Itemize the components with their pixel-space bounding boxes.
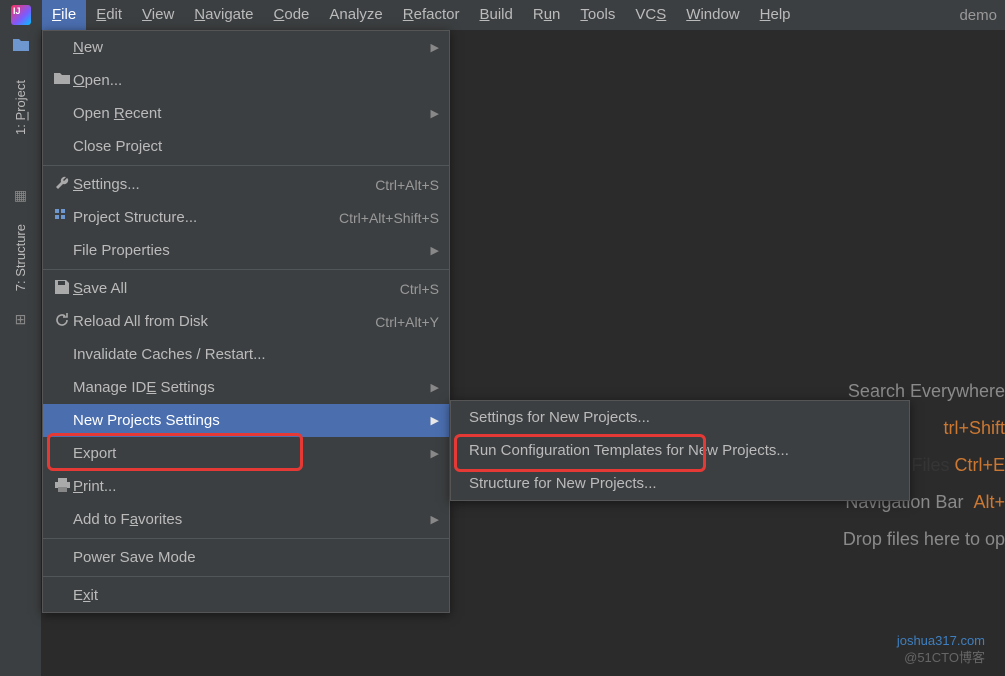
menu-item-label: Invalidate Caches / Restart...	[73, 346, 439, 363]
menu-build[interactable]: Build	[469, 0, 522, 30]
filemenu-open-recent[interactable]: Open Recent ▶	[43, 97, 449, 130]
filemenu-file-properties[interactable]: File Properties ▶	[43, 234, 449, 267]
menu-item-label: Manage IDE Settings	[73, 379, 425, 396]
structure-icon	[51, 209, 73, 227]
submenu-arrow-icon: ▶	[431, 447, 439, 460]
structure-icon: ▦	[0, 187, 41, 204]
submenu-settings-for-new-projects[interactable]: Settings for New Projects...	[451, 401, 909, 434]
tool-structure-tab[interactable]: 7: Structure	[13, 224, 28, 291]
menu-item-label: Open...	[73, 72, 439, 89]
app-icon[interactable]	[0, 0, 42, 30]
menu-item-label: Settings...	[73, 176, 375, 193]
menu-item-label: New Projects Settings	[73, 412, 425, 429]
submenu-run-configuration-templates-for-new-projects[interactable]: Run Configuration Templates for New Proj…	[451, 434, 909, 467]
submenu-structure-for-new-projects[interactable]: Structure for New Projects...	[451, 467, 909, 500]
menu-analyze[interactable]: Analyze	[319, 0, 392, 30]
menu-refactor[interactable]: Refactor	[393, 0, 470, 30]
menu-item-label: Project Structure...	[73, 209, 339, 226]
menu-window[interactable]: Window	[676, 0, 749, 30]
menu-view[interactable]: View	[132, 0, 184, 30]
filemenu-settings[interactable]: Settings...Ctrl+Alt+S	[43, 168, 449, 201]
tool-project-tab[interactable]: 1: Project	[13, 80, 28, 135]
menubar: FileEditViewNavigateCodeAnalyzeRefactorB…	[0, 0, 1005, 30]
submenu-arrow-icon: ▶	[431, 244, 439, 257]
menu-item-label: File Properties	[73, 242, 425, 259]
new-projects-settings-submenu: Settings for New Projects...Run Configur…	[450, 400, 910, 501]
folder-icon	[51, 72, 73, 89]
filemenu-manage-ide-settings[interactable]: Manage IDE Settings ▶	[43, 371, 449, 404]
watermark-url: joshua317.com	[897, 633, 985, 648]
submenu-arrow-icon: ▶	[431, 513, 439, 526]
menu-item-label: Close Project	[73, 138, 439, 155]
hint-search-everywhere: Search Everywhere	[843, 381, 1005, 402]
menu-file[interactable]: File	[42, 0, 86, 30]
filemenu-exit[interactable]: Exit	[43, 579, 449, 612]
menu-item-label: Exit	[73, 587, 439, 604]
menu-vcs[interactable]: VCS	[625, 0, 676, 30]
filemenu-new-projects-settings[interactable]: New Projects Settings ▶	[43, 404, 449, 437]
menu-edit[interactable]: Edit	[86, 0, 132, 30]
hint-drop-files: Drop files here to op	[843, 529, 1005, 550]
submenu-arrow-icon: ▶	[431, 107, 439, 120]
menu-code[interactable]: Code	[264, 0, 320, 30]
filemenu-power-save-mode[interactable]: Power Save Mode	[43, 541, 449, 574]
menu-run[interactable]: Run	[523, 0, 571, 30]
filemenu-export[interactable]: Export ▶	[43, 437, 449, 470]
filemenu-add-to-favorites[interactable]: Add to Favorites ▶	[43, 503, 449, 536]
file-menu-dropdown: New ▶ Open... Open Recent ▶ Close Project Sett…	[42, 30, 450, 613]
menu-item-label: Export	[73, 445, 425, 462]
menu-tools[interactable]: Tools	[570, 0, 625, 30]
shortcut-label: Ctrl+Alt+Shift+S	[339, 210, 439, 226]
left-toolstrip: 1: Project ▦ 7: Structure ⊞	[0, 30, 42, 676]
menu-separator	[43, 269, 449, 270]
shortcut-label: Ctrl+Alt+Y	[375, 314, 439, 330]
filemenu-reload-all-from-disk[interactable]: Reload All from DiskCtrl+Alt+Y	[43, 305, 449, 338]
shortcut-label: Ctrl+Alt+S	[375, 177, 439, 193]
filemenu-save-all[interactable]: Save AllCtrl+S	[43, 272, 449, 305]
filemenu-print[interactable]: Print...	[43, 470, 449, 503]
filemenu-invalidate-caches-restart[interactable]: Invalidate Caches / Restart...	[43, 338, 449, 371]
filemenu-project-structure[interactable]: Project Structure...Ctrl+Alt+Shift+S	[43, 201, 449, 234]
menu-item-label: Reload All from Disk	[73, 313, 375, 330]
project-folder-icon[interactable]	[0, 30, 41, 60]
menu-item-label: Open Recent	[73, 105, 425, 122]
menu-item-label: Save All	[73, 280, 400, 297]
filemenu-open[interactable]: Open...	[43, 64, 449, 97]
menu-navigate[interactable]: Navigate	[184, 0, 263, 30]
filemenu-new[interactable]: New ▶	[43, 31, 449, 64]
menu-item-label: New	[73, 39, 425, 56]
menu-separator	[43, 538, 449, 539]
submenu-arrow-icon: ▶	[431, 41, 439, 54]
submenu-arrow-icon: ▶	[431, 381, 439, 394]
watermark-blog: @51CTO博客	[904, 647, 985, 666]
menu-separator	[43, 165, 449, 166]
save-icon	[51, 280, 73, 298]
structure-small-icon: ⊞	[0, 311, 41, 328]
filemenu-close-project[interactable]: Close Project	[43, 130, 449, 163]
reload-icon	[51, 312, 73, 331]
menu-separator	[43, 576, 449, 577]
menu-item-label: Add to Favorites	[73, 511, 425, 528]
project-name-label: demo	[959, 7, 1005, 24]
menu-help[interactable]: Help	[750, 0, 801, 30]
menu-item-label: Power Save Mode	[73, 549, 439, 566]
submenu-arrow-icon: ▶	[431, 414, 439, 427]
menu-item-label: Print...	[73, 478, 439, 495]
shortcut-label: Ctrl+S	[400, 281, 439, 297]
wrench-icon	[51, 175, 73, 194]
print-icon	[51, 478, 73, 496]
